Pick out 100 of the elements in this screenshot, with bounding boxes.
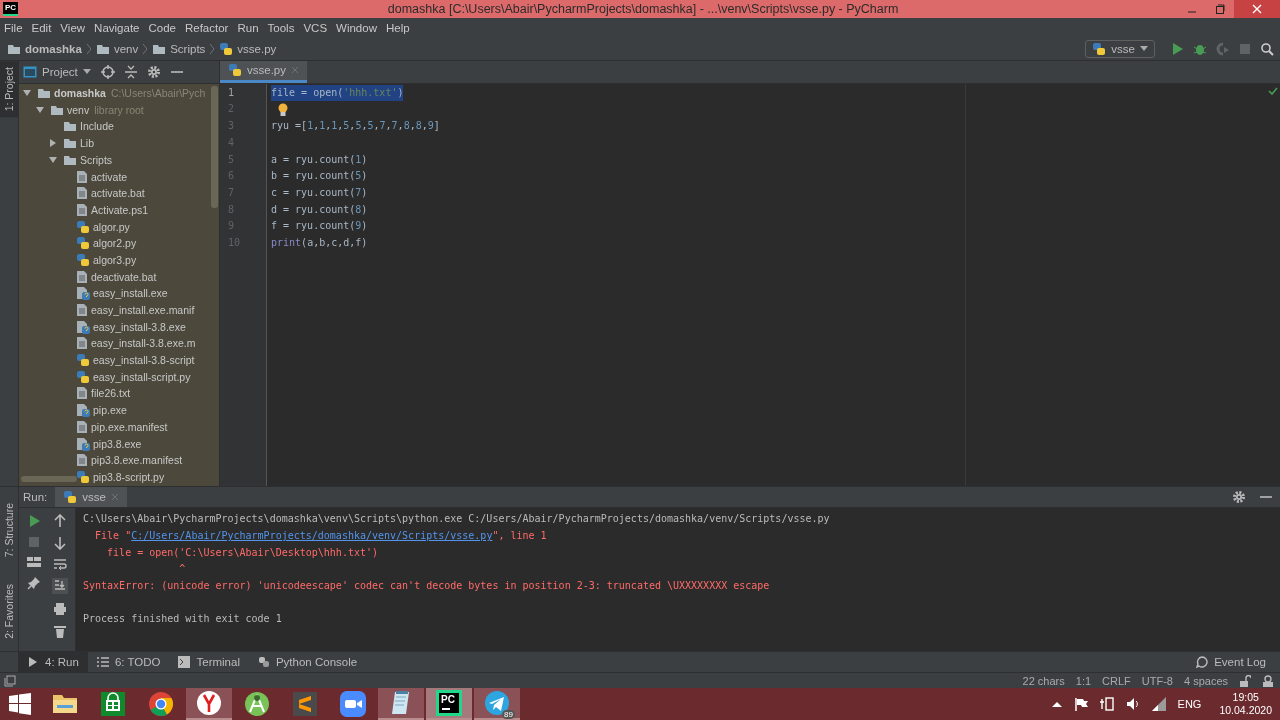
scroll-to-end-icon[interactable] [52,578,68,595]
settings-icon[interactable] [146,64,161,79]
tree-item[interactable]: algor3.py [93,253,137,266]
tree-item[interactable]: venv [67,103,90,116]
tree-item[interactable]: pip3.8.exe [93,437,142,450]
project-view-dropdown[interactable]: Project [23,65,91,78]
tree-item[interactable]: file26.txt [91,387,131,400]
soft-wrap-icon[interactable] [53,558,67,571]
expanded-arrow-icon[interactable] [48,154,60,165]
editor-tab[interactable]: vsse.py [220,60,307,83]
event-log-tab[interactable]: Event Log [1187,652,1280,673]
tree-item[interactable]: easy_install.exe.manif [91,304,195,317]
tree-item[interactable]: easy_install-3.8.exe.m [91,337,196,350]
tool-window-tab[interactable]: 2: Favorites [0,577,18,645]
scrollbar[interactable] [211,85,218,208]
breadcrumb-item[interactable]: Scripts [170,42,206,55]
menu-item[interactable]: Navigate [94,21,140,34]
maximize-icon[interactable] [1215,4,1225,14]
tree-item[interactable]: activate [91,170,128,183]
lock-icon[interactable] [1239,674,1251,687]
status-item[interactable]: 22 chars [1022,674,1065,687]
breadcrumb-item[interactable]: venv [113,42,139,55]
tool-window-tab[interactable]: 1: Project [0,60,18,118]
window-title: domashka [C:\Users\Abair\PycharmProjects\domashka] - ...\venv\Scripts\vsse.py - PyCharm [386,2,900,16]
menu-item[interactable]: File [4,21,23,34]
file-link[interactable]: C:/Users/Abair/PycharmProjects/domashka/venv/Scripts/vsse.py [131,527,493,545]
tree-item[interactable]: easy_install-script.py [93,370,191,383]
pin-icon[interactable] [27,576,41,591]
taskbar-app-button[interactable]: 89 [474,688,520,720]
language-indicator[interactable]: ENG [1177,698,1202,711]
tool-window-tab[interactable]: Python Console [248,652,367,673]
settings-icon[interactable] [1232,490,1246,505]
taskbar-app-button[interactable] [186,688,232,720]
rerun-icon[interactable] [27,514,41,529]
run-config-dropdown[interactable]: vsse [1085,39,1155,58]
menu-item[interactable]: Run [237,21,259,34]
terminal-icon [178,656,191,669]
tree-item[interactable]: Lib [80,137,94,150]
run-icon[interactable] [1170,41,1184,56]
flag-icon[interactable] [1073,697,1088,712]
up-arrow-icon[interactable] [54,514,66,529]
status-item[interactable]: 4 spaces [1183,674,1228,687]
tree-item[interactable]: pip.exe [93,404,127,417]
taskbar-app-button[interactable] [378,688,424,720]
tree-item[interactable]: algor2.py [93,237,137,250]
menu-item[interactable]: Tools [267,21,295,34]
device-icon[interactable] [1099,697,1114,712]
down-arrow-icon[interactable] [54,536,66,551]
clock-date[interactable]: 10.04.2020 [1219,704,1272,718]
taskbar-app-button[interactable]: PC [426,688,472,720]
tree-item[interactable]: Activate.ps1 [91,203,149,216]
status-item[interactable]: CRLF [1102,674,1131,687]
tree-item[interactable]: algor.py [93,220,130,233]
tool-window-tab[interactable]: Terminal [169,652,249,673]
locate-icon[interactable] [100,64,115,79]
menu-item[interactable]: Code [148,21,176,34]
folder-icon [152,42,167,55]
tree-item[interactable]: easy_install.exe [93,287,168,300]
collapse-icon[interactable] [124,64,137,79]
menu-item[interactable]: Refactor [184,21,229,34]
tree-item[interactable]: pip3.8.exe.manifest [91,454,183,467]
print-icon[interactable] [53,602,67,617]
status-item[interactable]: UTF-8 [1141,674,1173,687]
windows-logo-icon [9,693,31,716]
circle-logo-icon [147,690,175,719]
menu-item[interactable]: VCS [303,21,328,34]
search-icon[interactable] [1260,41,1274,56]
menu-item[interactable]: View [60,21,86,34]
tree-item[interactable]: deactivate.bat [91,270,157,283]
expanded-arrow-icon[interactable] [35,104,47,115]
panel-toggle-icon[interactable] [4,674,16,687]
menu-item[interactable]: Edit [31,21,52,34]
menu-item[interactable]: Window [336,21,377,34]
tool-window-tab[interactable]: 4: Run [18,652,88,673]
breadcrumb-item[interactable]: vsse.py [237,42,277,55]
tool-window-tab[interactable]: 6: TODO [87,652,170,673]
run-tab[interactable]: vsse [55,487,127,508]
tree-item[interactable]: Include [80,120,114,133]
tree-item[interactable]: activate.bat [91,187,145,200]
chevron-icon [142,42,149,55]
chevron-up-icon[interactable] [1051,701,1062,708]
tree-item[interactable]: easy_install-3.8-script [93,354,195,367]
tree-item[interactable]: domashka [54,87,106,100]
tree-item[interactable]: pip3.8-script.py [93,470,165,483]
clock-time[interactable]: 19:05 [1232,691,1259,705]
breadcrumb-item[interactable]: domashka [25,42,82,55]
trash-icon[interactable] [54,624,66,639]
status-item[interactable]: 1:1 [1075,674,1092,687]
tree-item[interactable]: pip.exe.manifest [91,420,168,433]
menu-item[interactable]: Help [385,21,410,34]
inspector-icon[interactable] [1262,674,1274,687]
tree-item[interactable]: easy_install-3.8.exe [93,320,186,333]
layout-icon[interactable] [27,556,41,569]
android-robot-icon [243,690,271,719]
lightbulb-icon[interactable] [277,102,289,117]
scrollbar[interactable] [21,476,77,483]
speaker-icon[interactable] [1125,697,1140,712]
signal-icon[interactable] [1151,697,1166,712]
tree-item[interactable]: Scripts [80,153,113,166]
tool-window-tab[interactable]: 7: Structure [0,497,18,564]
